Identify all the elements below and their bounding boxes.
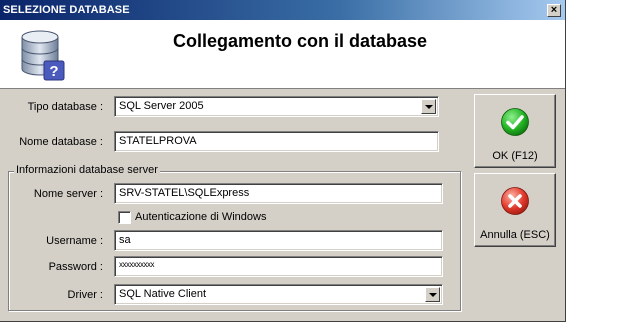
svg-text:?: ? (49, 63, 58, 80)
nome-database-value: STATELPROVA (119, 135, 197, 147)
server-info-caption: Informazioni database server (14, 164, 160, 176)
username-input[interactable]: sa (114, 230, 443, 251)
password-label: Password : (48, 261, 103, 273)
ok-button[interactable]: OK (F12) (474, 94, 556, 168)
dialog-window: SELEZIONE DATABASE × ? Collegamento con … (0, 0, 566, 322)
nome-database-input[interactable]: STATELPROVA (114, 131, 439, 152)
driver-value: SQL Native Client (119, 288, 207, 300)
red-x-icon (501, 187, 529, 215)
chevron-down-icon[interactable] (425, 287, 440, 302)
green-check-icon (501, 108, 529, 136)
header-panel: ? Collegamento con il database (0, 20, 565, 89)
header-title: Collegamento con il database (172, 31, 428, 51)
nome-database-label: Nome database : (19, 136, 103, 148)
window-title: SELEZIONE DATABASE (3, 4, 130, 16)
close-button[interactable]: × (547, 4, 561, 17)
driver-select[interactable]: SQL Native Client (114, 284, 443, 305)
username-value: sa (119, 234, 131, 246)
nome-server-input[interactable]: SRV-STATEL\SQLExpress (114, 183, 443, 204)
driver-label: Driver : (67, 289, 103, 301)
ok-button-label: OK (F12) (492, 150, 538, 162)
tipo-database-value: SQL Server 2005 (119, 100, 204, 112)
nome-server-label: Nome server : (33, 188, 103, 200)
database-question-icon: ? (21, 30, 65, 81)
nome-server-value: SRV-STATEL\SQLExpress (119, 187, 250, 199)
chevron-down-icon[interactable] (421, 99, 436, 114)
cancel-button-label: Annulla (ESC) (480, 229, 550, 241)
tipo-database-select[interactable]: SQL Server 2005 (114, 96, 439, 117)
windows-auth-label: Autenticazione di Windows (135, 211, 267, 223)
password-value: xxxxxxxxxx (119, 260, 155, 269)
tipo-database-label: Tipo database : (27, 101, 103, 113)
username-label: Username : (46, 235, 103, 247)
close-icon: × (550, 4, 558, 16)
title-bar[interactable]: SELEZIONE DATABASE × (0, 0, 565, 20)
windows-auth-checkbox[interactable] (118, 211, 131, 224)
cancel-button[interactable]: Annulla (ESC) (474, 173, 556, 247)
password-input[interactable]: xxxxxxxxxx (114, 256, 443, 277)
